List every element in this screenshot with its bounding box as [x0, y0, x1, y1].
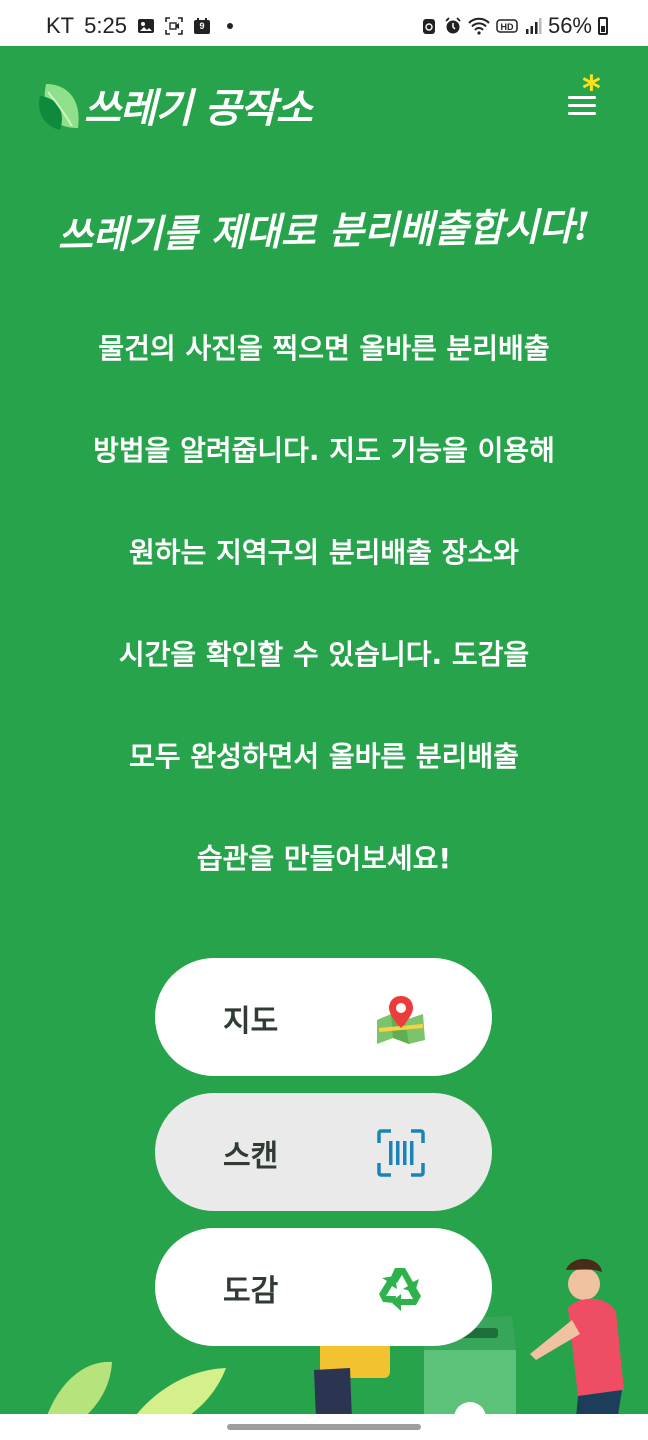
signal-icon — [525, 18, 542, 34]
home-indicator[interactable] — [227, 1424, 421, 1430]
scan-button-label: 스캔 — [223, 1139, 279, 1174]
hd-voice-icon: HD — [496, 19, 518, 33]
carrier-label: KT — [46, 13, 75, 38]
description-line: 물건의 사진을 찍으면 올바른 분리배출 — [98, 332, 550, 365]
recycle-icon — [379, 1268, 421, 1311]
calendar-date: 9 — [199, 21, 205, 31]
scan-button[interactable]: 스캔 — [155, 1093, 492, 1211]
description-line: 습관을 만들어보세요! — [196, 842, 452, 875]
map-pin-icon — [377, 996, 425, 1044]
leaf-logo-icon — [38, 84, 79, 130]
page-headline: 쓰레기를 제대로 분리배출합시다! — [57, 203, 591, 258]
new-badge-star-icon: * — [582, 69, 601, 110]
recycle-status-icon — [422, 19, 435, 34]
collection-button-label: 도감 — [223, 1274, 279, 1309]
screen-record-icon — [165, 17, 183, 35]
barcode-scan-icon — [377, 1129, 425, 1177]
description-line: 모두 완성하면서 올바른 분리배출 — [129, 740, 519, 773]
battery-percent: 56% — [547, 13, 592, 38]
description-line: 원하는 지역구의 분리배출 장소와 — [129, 536, 519, 569]
battery-icon — [598, 17, 608, 35]
calendar-icon: 9 — [193, 17, 211, 35]
app-title: 쓰레기 공작소 — [84, 86, 313, 132]
menu-button[interactable]: * — [564, 72, 614, 124]
svg-text:HD: HD — [500, 22, 513, 32]
map-button[interactable]: 지도 — [155, 958, 492, 1076]
app-header: 쓰레기 공작소 * — [0, 46, 648, 156]
status-bar: KT 5:25 9 HD 56% — [0, 0, 648, 46]
description-text: 물건의 사진을 찍으면 올바른 분리배출 방법을 알려줍니다. 지도 기능을 이… — [0, 316, 648, 928]
description-line: 방법을 알려줍니다. 지도 기능을 이용해 — [93, 434, 555, 467]
description-line: 시간을 확인할 수 있습니다. 도감을 — [118, 638, 530, 671]
gallery-icon — [137, 19, 154, 33]
alarm-icon — [445, 17, 461, 34]
app-screen: KT 5:25 9 HD 56% 쓰레기 공작소 * 쓰레기를 제대로 분리배출… — [0, 0, 648, 1440]
map-button-label: 지도 — [223, 1004, 279, 1039]
more-notifications-dot — [226, 23, 233, 29]
clock: 5:25 — [84, 13, 127, 38]
collection-button[interactable]: 도감 — [155, 1228, 492, 1346]
wifi-icon — [468, 17, 490, 35]
